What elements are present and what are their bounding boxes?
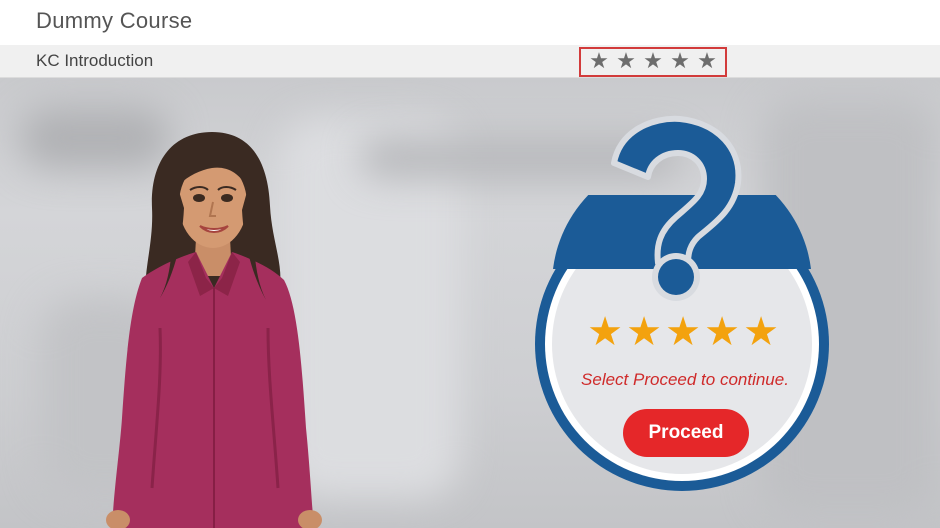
star-icon: ★ — [643, 49, 663, 74]
star-icon: ★ — [587, 309, 623, 355]
rating-stars: ★ ★ ★ ★ ★ — [579, 47, 727, 77]
star-icon: ★ — [665, 309, 701, 355]
star-icon: ★ — [743, 309, 779, 355]
star-icon: ★ — [626, 309, 662, 355]
course-header: Dummy Course — [0, 0, 940, 45]
course-player: Dummy Course KC Introduction ★ ★ ★ ★ ★ ★… — [0, 0, 940, 528]
proceed-button[interactable]: Proceed — [623, 409, 749, 457]
star-icon: ★ — [616, 49, 636, 74]
lesson-title: KC Introduction — [36, 51, 154, 70]
presenter-character — [106, 132, 322, 528]
course-title: Dummy Course — [36, 8, 193, 33]
star-icon: ★ — [697, 49, 717, 74]
star-icon: ★ — [670, 49, 690, 74]
rating-stars-display: ★ ★ ★ ★ ★ — [583, 311, 783, 353]
question-mark-icon — [611, 115, 742, 301]
star-icon: ★ — [704, 309, 740, 355]
lesson-bar: KC Introduction ★ ★ ★ ★ ★ — [0, 45, 940, 78]
proceed-instruction: Select Proceed to continue. — [581, 370, 789, 389]
star-icon: ★ — [589, 49, 609, 74]
